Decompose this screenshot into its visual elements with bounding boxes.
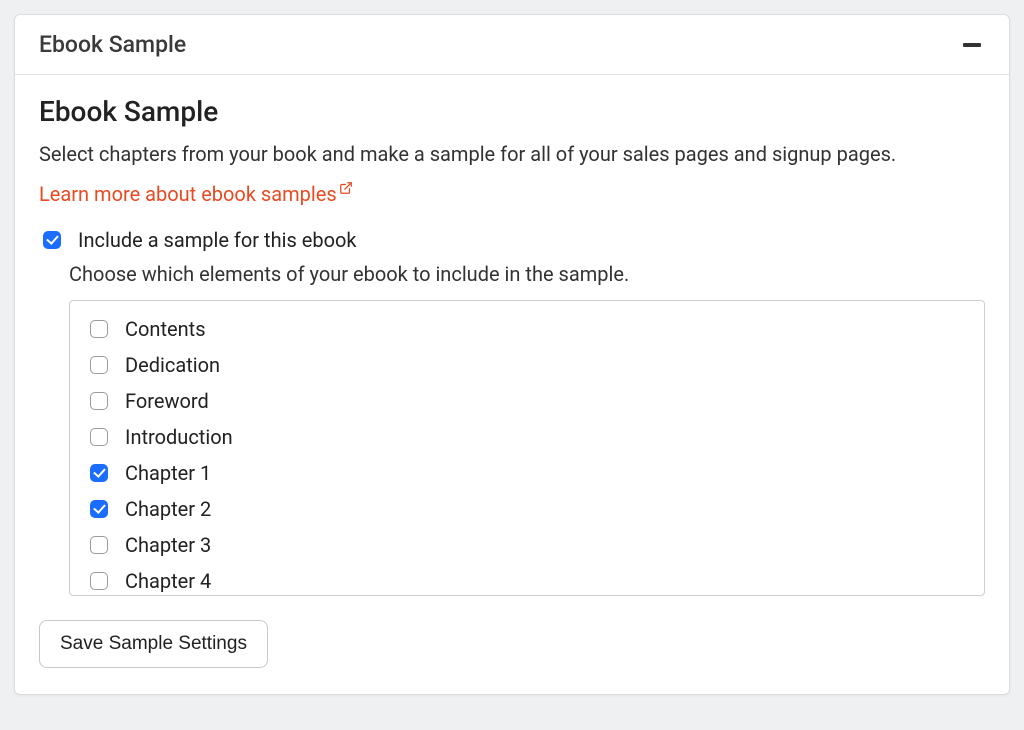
section-title: Ebook Sample [39,95,985,128]
learn-more-text: Learn more about ebook samples [39,182,337,206]
include-sample-label[interactable]: Include a sample for this ebook [78,228,357,252]
chapter-item: Introduction [86,419,968,455]
chapter-label[interactable]: Introduction [125,425,233,449]
panel-header-title: Ebook Sample [39,31,186,58]
chapter-checkbox[interactable] [90,392,108,410]
chapter-label[interactable]: Contents [125,317,206,341]
chapter-item: Contents [86,311,968,347]
chapter-label[interactable]: Chapter 1 [125,461,211,485]
chapter-label[interactable]: Foreword [125,389,209,413]
chapter-item: Chapter 4 [86,563,968,595]
external-link-icon [339,181,353,195]
panel-header: Ebook Sample [15,15,1009,75]
chapter-checkbox[interactable] [90,464,108,482]
ebook-sample-panel: Ebook Sample Ebook Sample Select chapter… [14,14,1010,695]
learn-more-link[interactable]: Learn more about ebook samples [39,182,353,206]
save-sample-settings-button[interactable]: Save Sample Settings [39,620,268,668]
chapter-label[interactable]: Dedication [125,353,220,377]
collapse-button[interactable] [959,39,985,51]
panel-body: Ebook Sample Select chapters from your b… [15,75,1009,694]
chapter-checkbox[interactable] [90,428,108,446]
chapter-list-scroll[interactable]: Contents Dedication Foreword Introduction Ch… [70,301,984,595]
chapter-label[interactable]: Chapter 2 [125,497,211,521]
chapter-item: Chapter 1 [86,455,968,491]
chapter-label[interactable]: Chapter 4 [125,569,211,593]
chapter-checkbox[interactable] [90,356,108,374]
include-sample-checkbox[interactable] [43,231,61,249]
chapter-item: Chapter 3 [86,527,968,563]
chapter-label[interactable]: Chapter 3 [125,533,211,557]
chapter-checkbox[interactable] [90,536,108,554]
chapter-item: Chapter 2 [86,491,968,527]
include-sample-row: Include a sample for this ebook [39,228,985,252]
section-description: Select chapters from your book and make … [39,142,985,166]
chapter-list-box: Contents Dedication Foreword Introduction Ch… [69,300,985,596]
chapter-checkbox[interactable] [90,320,108,338]
choose-elements-text: Choose which elements of your ebook to i… [69,262,985,286]
chapter-item: Foreword [86,383,968,419]
chapter-item: Dedication [86,347,968,383]
chapter-checkbox[interactable] [90,572,108,590]
chapter-checkbox[interactable] [90,500,108,518]
minus-icon [963,43,981,47]
